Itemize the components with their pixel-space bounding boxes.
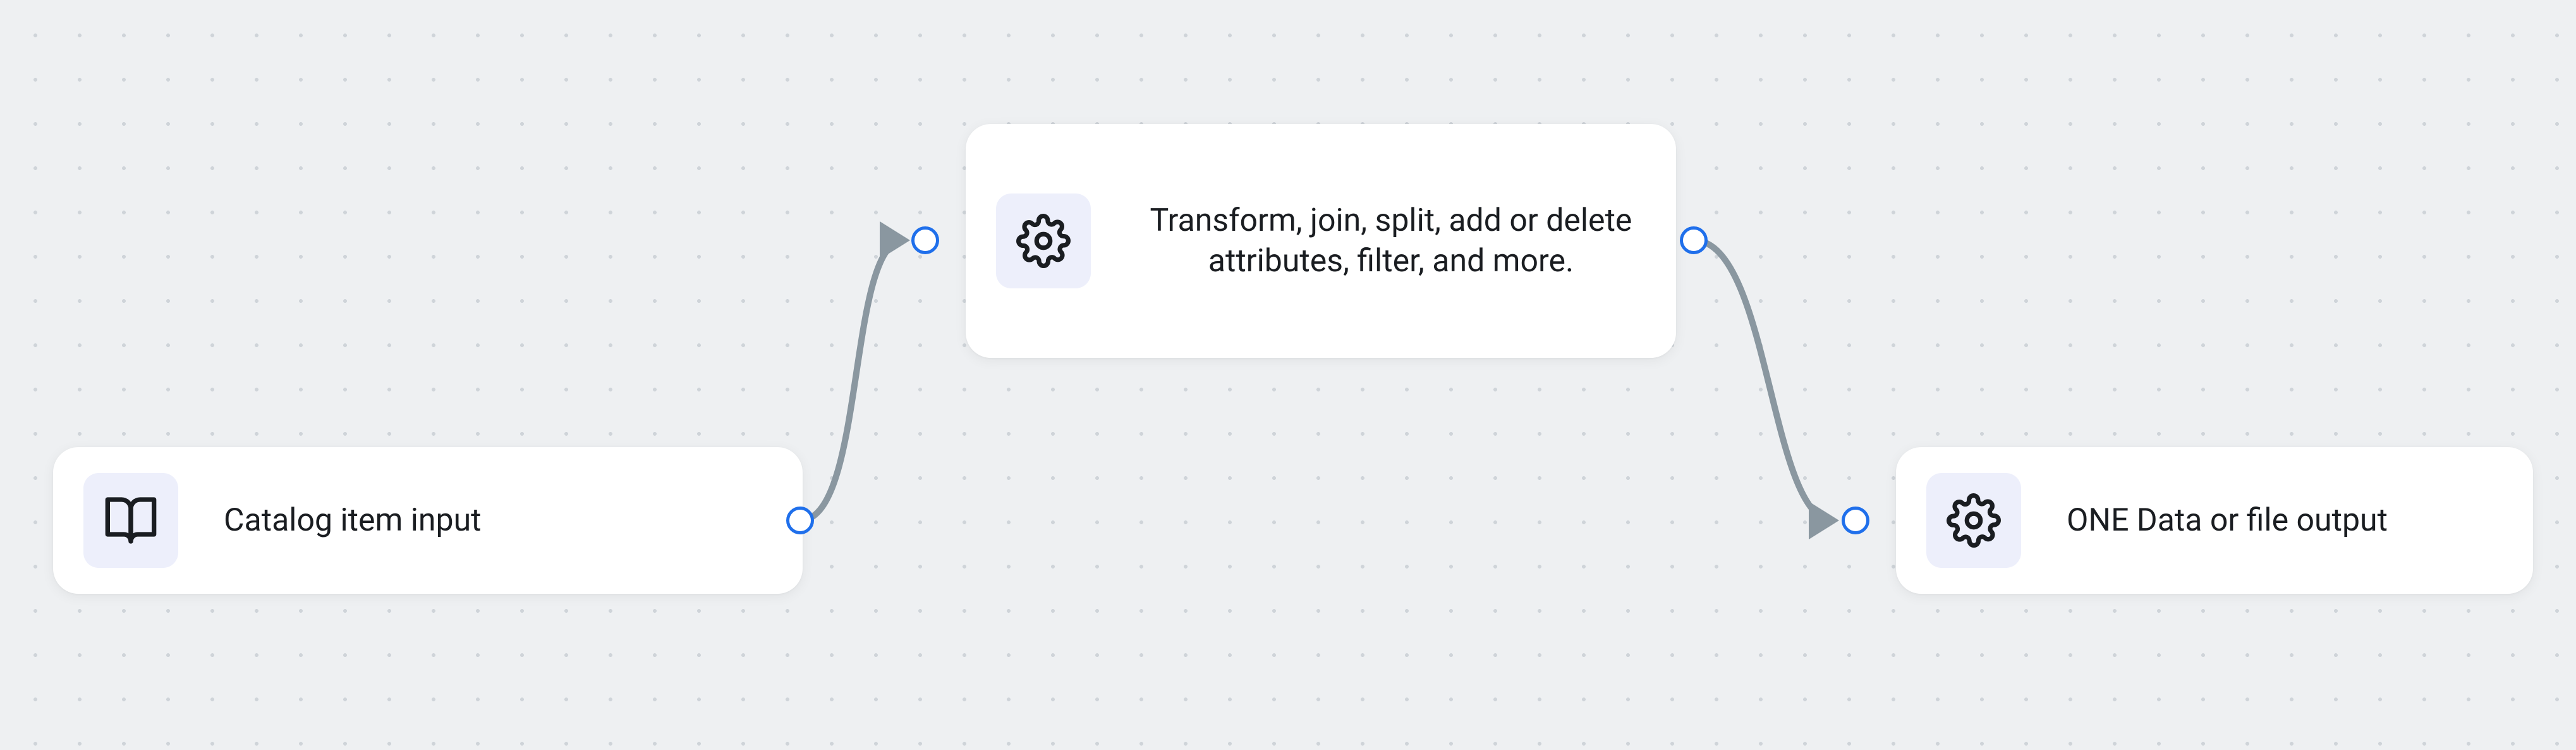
node-input-label: Catalog item input: [224, 500, 772, 541]
node-output-input-port[interactable]: [1842, 507, 1869, 534]
gear-icon: [1016, 214, 1071, 268]
arrowhead-into-output: [1809, 501, 1839, 539]
node-output-icon-box: [1926, 473, 2021, 568]
edge-transform-to-output: [1694, 240, 1833, 520]
node-input-output-port[interactable]: [786, 507, 814, 534]
node-output[interactable]: ONE Data or file output: [1896, 447, 2533, 594]
node-input[interactable]: Catalog item input: [53, 447, 803, 594]
book-open-icon: [103, 493, 159, 548]
node-transform-icon-box: [996, 194, 1091, 288]
node-transform-label: Transform, join, split, add or delete at…: [1136, 200, 1646, 281]
gear-icon: [1947, 493, 2001, 548]
node-transform-output-port[interactable]: [1680, 226, 1708, 254]
node-transform[interactable]: Transform, join, split, add or delete at…: [966, 124, 1676, 358]
node-output-label: ONE Data or file output: [2067, 500, 2503, 541]
arrowhead-into-transform: [880, 221, 910, 259]
node-input-icon-box: [83, 473, 178, 568]
flow-canvas[interactable]: Catalog item input Transform, join, spli…: [0, 0, 2576, 750]
node-transform-input-port[interactable]: [911, 226, 939, 254]
edge-input-to-transform: [800, 240, 904, 520]
edges-layer: [0, 0, 2576, 750]
